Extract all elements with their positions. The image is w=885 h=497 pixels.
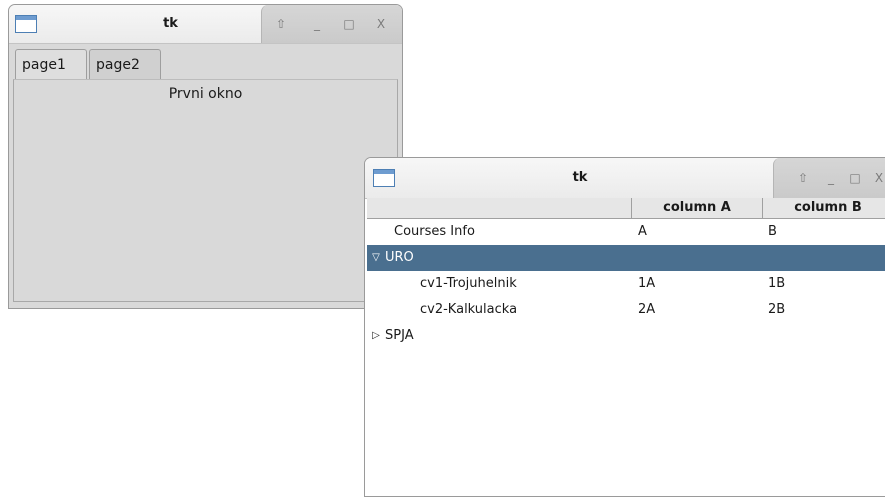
shade-up-icon[interactable]: ⇧ [796, 171, 810, 185]
row-label: URO [385, 250, 414, 265]
treeview-header: column A column B [367, 198, 885, 219]
tree-row-courses-info[interactable]: Courses Info A B [367, 219, 885, 245]
collapsed-triangle-icon[interactable]: ▷ [370, 323, 382, 349]
row-col-a: A [638, 224, 647, 239]
column-header-a[interactable]: column A [632, 198, 763, 218]
maximize-icon[interactable]: □ [342, 17, 356, 31]
panel-label: Prvni okno [168, 86, 243, 102]
row-label: SPJA [385, 328, 414, 343]
close-icon[interactable]: X [872, 171, 885, 185]
tab-page1[interactable]: page1 [15, 49, 87, 79]
tree-row-cv1[interactable]: cv1-Trojuhelnik 1A 1B [367, 271, 885, 297]
tk-window-1: tk ⇧ _ □ X page1 page2 Prvni okno [8, 4, 403, 309]
tab-panel-page1: Prvni okno [13, 79, 398, 302]
window-controls: ⇧ _ □ X [773, 158, 885, 198]
column-header-b[interactable]: column B [763, 198, 885, 218]
tree-row-cv2[interactable]: cv2-Kalkulacka 2A 2B [367, 297, 885, 323]
title-bar[interactable]: tk ⇧ _ □ X [9, 5, 402, 44]
tree-row-spja[interactable]: ▷ SPJA [367, 323, 885, 349]
minimize-icon[interactable]: _ [310, 17, 324, 31]
window-title: tk [572, 170, 588, 185]
maximize-icon[interactable]: □ [848, 171, 862, 185]
minimize-icon[interactable]: _ [824, 171, 838, 185]
title-bar[interactable]: tk ⇧ _ □ X [365, 158, 885, 199]
expanded-triangle-icon[interactable]: ▽ [370, 245, 382, 271]
column-header-tree[interactable] [367, 198, 632, 218]
row-label: cv2-Kalkulacka [420, 302, 518, 317]
row-label: cv1-Trojuhelnik [420, 276, 517, 291]
shade-up-icon[interactable]: ⇧ [274, 17, 288, 31]
row-col-a: 1A [638, 276, 656, 291]
window-controls: ⇧ _ □ X [261, 5, 402, 43]
tk-window-2: tk ⇧ _ □ X column A column B Courses Inf… [364, 157, 885, 497]
row-col-b: 1B [768, 276, 786, 291]
row-col-a: 2A [638, 302, 656, 317]
tab-page2[interactable]: page2 [89, 49, 161, 79]
row-col-b: 2B [768, 302, 786, 317]
close-icon[interactable]: X [374, 17, 388, 31]
row-col-b: B [768, 224, 777, 239]
row-label: Courses Info [394, 224, 475, 239]
tree-row-uro[interactable]: ▽ URO [367, 245, 885, 271]
